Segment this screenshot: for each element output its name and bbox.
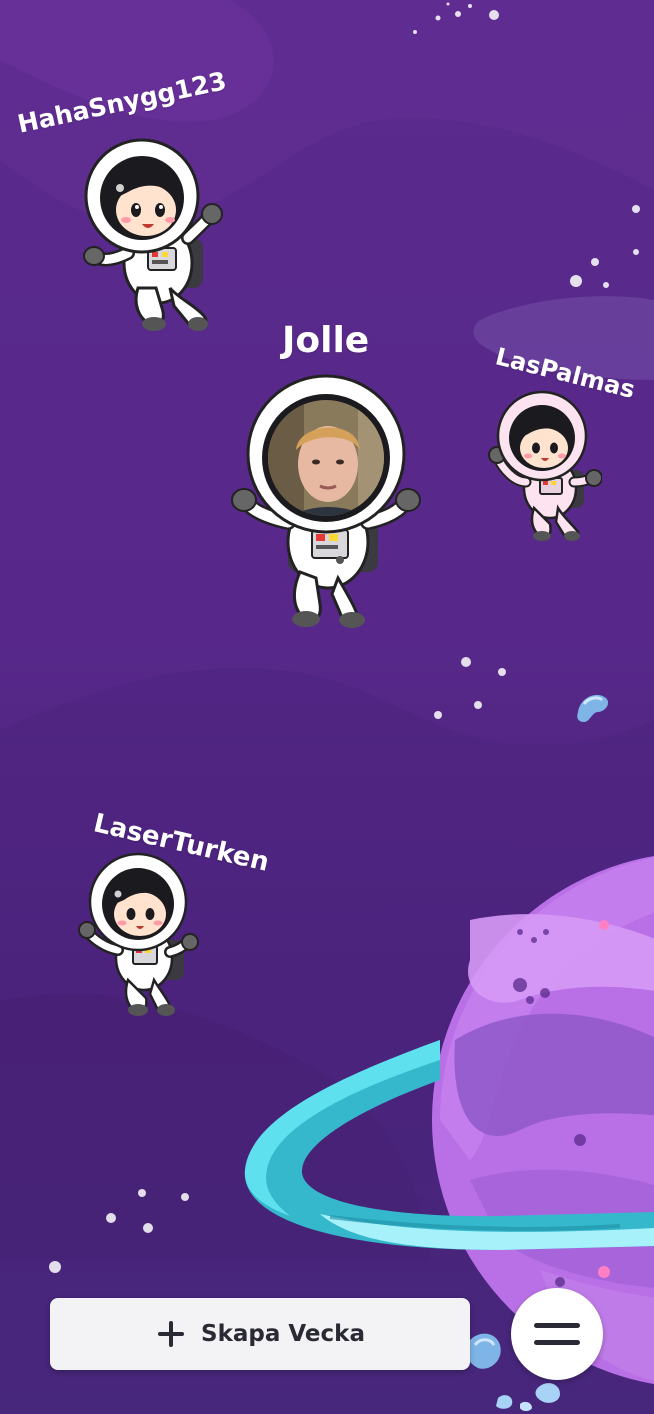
player-name-label-current: Jolle [282, 320, 370, 361]
astronaut-girl-pink-icon[interactable] [484, 390, 603, 549]
hamburger-menu-icon [534, 1323, 580, 1345]
meteor-icon [577, 694, 609, 722]
menu-button[interactable] [511, 1288, 603, 1380]
create-week-label: Skapa Vecka [201, 1321, 365, 1347]
plus-icon [158, 1321, 185, 1347]
astronaut-girl-icon[interactable] [78, 138, 228, 337]
space-scene: HahaSnygg123 Jolle LasPalmas LaserTurken… [0, 0, 654, 1414]
astronaut-photo-icon[interactable] [228, 372, 428, 636]
astronaut-girl-icon[interactable] [78, 852, 202, 1021]
create-week-button[interactable]: Skapa Vecka [50, 1298, 470, 1370]
